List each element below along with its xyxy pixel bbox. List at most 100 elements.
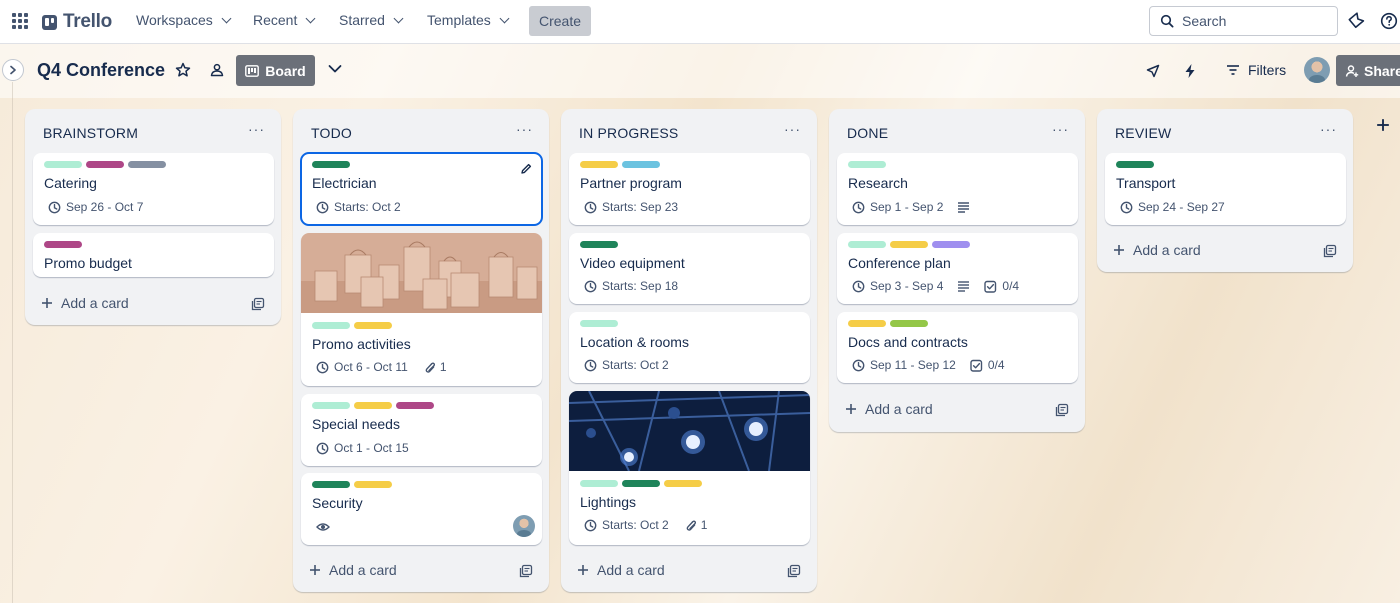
- search-box[interactable]: [1149, 6, 1338, 36]
- card-electrician[interactable]: Electrician Starts: Oct 2: [300, 152, 543, 226]
- list-in-progress[interactable]: IN PROGRESS ··· Partner program Starts: …: [561, 109, 817, 592]
- workspaces-menu[interactable]: Workspaces: [136, 12, 232, 28]
- card-partner-program[interactable]: Partner program Starts: Sep 23: [569, 153, 810, 225]
- card-catering[interactable]: Catering Sep 26 - Oct 7: [33, 153, 274, 225]
- power-ups-icon[interactable]: [1145, 63, 1161, 79]
- expand-sidebar-button[interactable]: [2, 59, 24, 81]
- search-input[interactable]: [1182, 13, 1332, 29]
- card-promo-budget[interactable]: Promo budget: [33, 233, 274, 277]
- list-todo[interactable]: TODO ··· Electrician Starts: Oct 2 Promo…: [293, 109, 549, 592]
- list-menu-icon[interactable]: ···: [248, 121, 265, 137]
- card-research[interactable]: Research Sep 1 - Sep 2: [837, 153, 1078, 225]
- start-date-badge[interactable]: Starts: Sep 18: [584, 279, 678, 293]
- list-title[interactable]: TODO: [311, 125, 352, 141]
- label-magenta[interactable]: [44, 241, 82, 248]
- create-from-template-icon[interactable]: [787, 564, 801, 578]
- views-dropdown-chevron-icon[interactable]: [328, 64, 342, 74]
- label-purple[interactable]: [932, 241, 970, 248]
- label-green[interactable]: [312, 481, 350, 488]
- start-date-badge[interactable]: Starts: Oct 2: [584, 358, 669, 372]
- recent-menu[interactable]: Recent: [253, 12, 316, 28]
- workspace-visibility-icon[interactable]: [209, 62, 225, 78]
- filters-button[interactable]: Filters: [1226, 62, 1286, 78]
- card-video-equipment[interactable]: Video equipment Starts: Sep 18: [569, 233, 810, 304]
- add-card-button[interactable]: Add a card: [845, 401, 933, 417]
- label-green-light[interactable]: [848, 241, 886, 248]
- label-green[interactable]: [312, 161, 350, 168]
- label-magenta[interactable]: [396, 402, 434, 409]
- label-green-light[interactable]: [44, 161, 82, 168]
- card-special-needs[interactable]: Special needs Oct 1 - Oct 15: [301, 394, 542, 466]
- label-yellow[interactable]: [354, 481, 392, 488]
- label-green[interactable]: [1116, 161, 1154, 168]
- app-switcher-icon[interactable]: [12, 13, 28, 29]
- add-card-button[interactable]: Add a card: [309, 562, 397, 578]
- help-icon[interactable]: [1380, 12, 1398, 30]
- due-date-badge[interactable]: Sep 11 - Sep 12: [852, 358, 956, 372]
- create-from-template-icon[interactable]: [1323, 244, 1337, 258]
- templates-menu[interactable]: Templates: [427, 12, 510, 28]
- label-green-light[interactable]: [580, 480, 618, 487]
- card-conference-plan[interactable]: Conference plan Sep 3 - Sep 4 0/4: [837, 233, 1078, 304]
- label-yellow[interactable]: [664, 480, 702, 487]
- list-title[interactable]: DONE: [847, 125, 888, 141]
- label-yellow[interactable]: [580, 161, 618, 168]
- add-card-button[interactable]: Add a card: [41, 295, 129, 311]
- list-brainstorm[interactable]: BRAINSTORM ··· Catering Sep 26 - Oct 7 P…: [25, 109, 281, 325]
- star-icon[interactable]: [175, 62, 191, 78]
- card-location-rooms[interactable]: Location & rooms Starts: Oct 2: [569, 312, 810, 383]
- list-title[interactable]: BRAINSTORM: [43, 125, 138, 141]
- member-avatar[interactable]: [1304, 57, 1330, 83]
- list-review[interactable]: REVIEW ··· Transport Sep 24 - Sep 27 Add…: [1097, 109, 1353, 272]
- list-menu-icon[interactable]: ···: [516, 121, 533, 137]
- card-transport[interactable]: Transport Sep 24 - Sep 27: [1105, 153, 1346, 225]
- label-sky[interactable]: [622, 161, 660, 168]
- label-green-light[interactable]: [312, 402, 350, 409]
- starred-menu[interactable]: Starred: [339, 12, 404, 28]
- label-magenta[interactable]: [86, 161, 124, 168]
- card-member-avatar[interactable]: [513, 515, 535, 537]
- due-date-badge[interactable]: Sep 26 - Oct 7: [48, 200, 143, 214]
- card-lightings[interactable]: Lightings Starts: Oct 2 1: [569, 391, 810, 545]
- due-date-badge[interactable]: Sep 24 - Sep 27: [1120, 200, 1225, 214]
- start-date-badge[interactable]: Starts: Sep 23: [584, 200, 678, 214]
- label-yellow[interactable]: [890, 241, 928, 248]
- start-date-badge[interactable]: Starts: Oct 2: [316, 200, 401, 214]
- due-date-badge[interactable]: Oct 1 - Oct 15: [316, 441, 409, 455]
- add-another-list-button[interactable]: [1376, 118, 1390, 132]
- create-from-template-icon[interactable]: [519, 564, 533, 578]
- list-menu-icon[interactable]: ···: [784, 121, 801, 137]
- list-title[interactable]: REVIEW: [1115, 125, 1171, 141]
- label-yellow[interactable]: [354, 402, 392, 409]
- list-menu-icon[interactable]: ···: [1052, 121, 1069, 137]
- board-title[interactable]: Q4 Conference: [37, 60, 165, 81]
- start-date-badge[interactable]: Starts: Oct 2: [584, 518, 669, 532]
- label-green[interactable]: [622, 480, 660, 487]
- add-card-button[interactable]: Add a card: [1113, 242, 1201, 258]
- create-button[interactable]: Create: [529, 6, 591, 36]
- share-button[interactable]: Share: [1336, 55, 1400, 86]
- card-docs-contracts[interactable]: Docs and contracts Sep 11 - Sep 12 0/4: [837, 312, 1078, 383]
- label-green-light[interactable]: [312, 322, 350, 329]
- add-card-button[interactable]: Add a card: [577, 562, 665, 578]
- due-date-badge[interactable]: Sep 3 - Sep 4: [852, 279, 943, 293]
- due-date-badge[interactable]: Oct 6 - Oct 11: [316, 360, 408, 374]
- card-security[interactable]: Security: [301, 473, 542, 545]
- trello-logo[interactable]: Trello: [42, 11, 112, 33]
- label-gray[interactable]: [128, 161, 166, 168]
- board-view-button[interactable]: Board: [236, 55, 315, 86]
- list-done[interactable]: DONE ··· Research Sep 1 - Sep 2 Conferen…: [829, 109, 1085, 432]
- list-title[interactable]: IN PROGRESS: [579, 125, 678, 141]
- automation-icon[interactable]: [1183, 63, 1197, 79]
- label-yellow[interactable]: [354, 322, 392, 329]
- pencil-icon[interactable]: [520, 163, 532, 175]
- label-lime[interactable]: [890, 320, 928, 327]
- due-date-badge[interactable]: Sep 1 - Sep 2: [852, 200, 943, 214]
- label-green[interactable]: [580, 241, 618, 248]
- label-green-light[interactable]: [848, 161, 886, 168]
- create-from-template-icon[interactable]: [1055, 403, 1069, 417]
- list-menu-icon[interactable]: ···: [1320, 121, 1337, 137]
- label-yellow[interactable]: [848, 320, 886, 327]
- label-green-light[interactable]: [580, 320, 618, 327]
- notifications-icon[interactable]: [1348, 12, 1366, 30]
